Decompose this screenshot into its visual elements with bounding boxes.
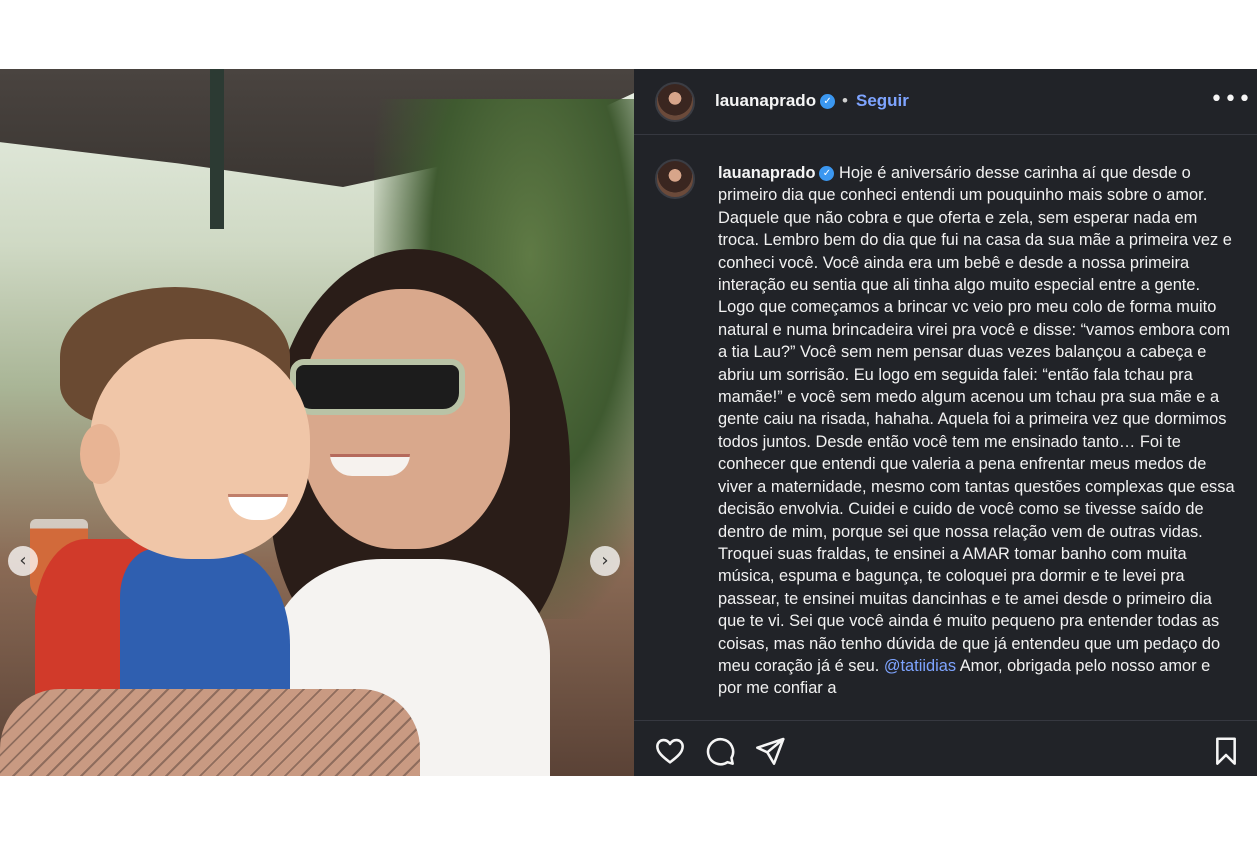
caption-area[interactable]: lauanaprado ✓ Hoje é aniversário desse ca…	[634, 135, 1257, 720]
more-options-icon[interactable]: •••	[1210, 87, 1252, 112]
carousel-next-button[interactable]: ›	[590, 546, 620, 576]
action-bar	[634, 720, 1257, 776]
boy-face	[90, 339, 310, 559]
instagram-post: ‹ › lauanaprado ✓ • Seguir ••• lauanaprad…	[0, 69, 1257, 776]
post-photo[interactable]: ‹ ›	[0, 69, 634, 776]
woman-face	[300, 289, 510, 549]
caption-body: Hoje é aniversário desse carinha aí que …	[718, 164, 1235, 675]
post-side-panel: lauanaprado ✓ • Seguir ••• lauanaprado ✓ H…	[634, 69, 1257, 776]
heart-icon[interactable]	[654, 735, 686, 767]
caption-text: lauanaprado ✓ Hoje é aniversário desse ca…	[718, 162, 1238, 700]
verified-badge-icon: ✓	[820, 94, 836, 110]
username-text: lauanaprado	[715, 91, 817, 110]
carousel-prev-button[interactable]: ‹	[8, 546, 38, 576]
caption-avatar[interactable]	[655, 159, 695, 199]
comment-icon[interactable]	[704, 735, 736, 767]
separator-dot: •	[842, 91, 848, 110]
share-icon[interactable]	[754, 735, 786, 767]
umbrella-pole	[210, 69, 224, 229]
tattooed-arm	[0, 689, 420, 776]
sunglasses	[290, 359, 465, 415]
boy-ear	[80, 424, 120, 484]
woman-smile	[330, 454, 410, 476]
username-link[interactable]: lauanaprado ✓	[715, 91, 836, 111]
post-header: lauanaprado ✓ • Seguir •••	[634, 69, 1257, 135]
caption-username[interactable]: lauanaprado	[718, 164, 815, 182]
verified-badge-icon: ✓	[819, 166, 835, 182]
avatar[interactable]	[655, 82, 695, 122]
mention-link[interactable]: @tatiidias	[884, 657, 956, 675]
chevron-right-icon: ›	[601, 550, 609, 571]
chevron-left-icon: ‹	[19, 550, 27, 571]
follow-button[interactable]: Seguir	[856, 91, 909, 111]
bookmark-icon[interactable]	[1210, 735, 1242, 767]
